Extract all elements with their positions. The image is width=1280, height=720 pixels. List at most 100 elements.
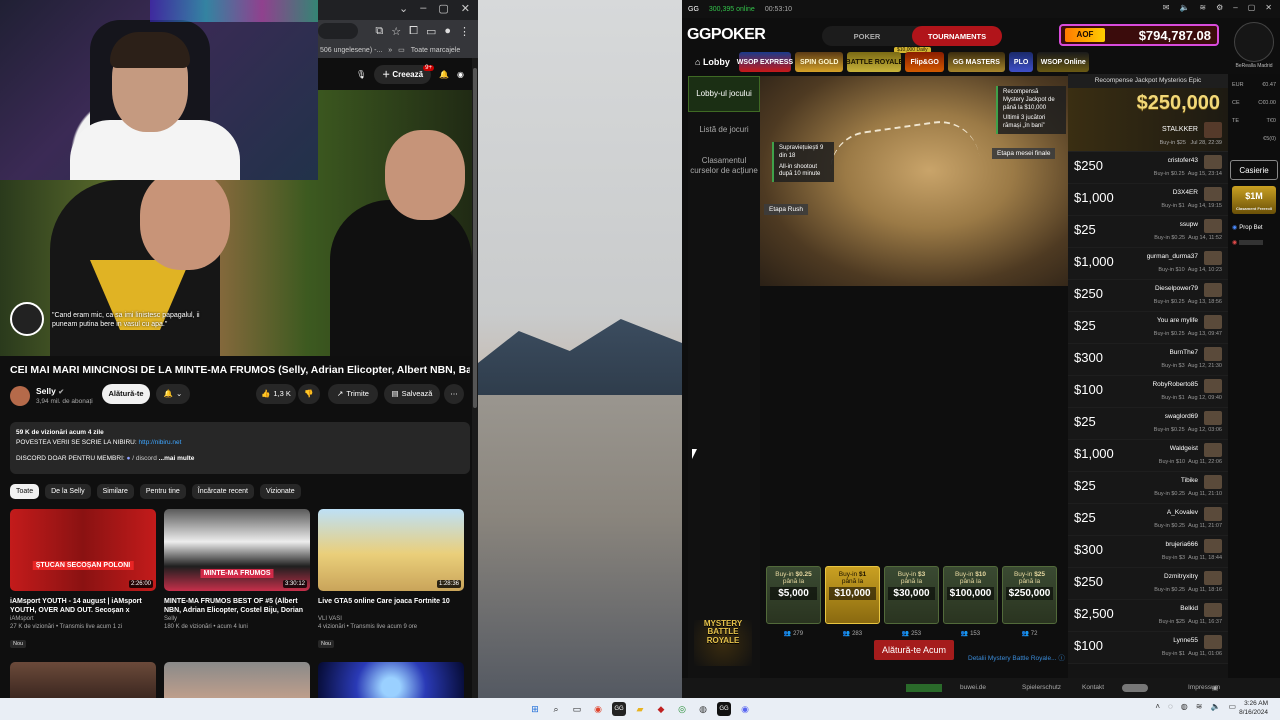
channel-name[interactable]: Selly ✔ (36, 386, 64, 396)
video-thumbnail[interactable] (10, 662, 156, 698)
settings-icon[interactable]: ⚙ (1216, 3, 1223, 12)
join-now-button[interactable]: Alătură-te Acum (874, 640, 954, 660)
buyin-option[interactable]: Buy-in $3 până la $30,000 👥 253 (884, 566, 939, 637)
sound-icon[interactable]: 🔈 (1179, 3, 1189, 12)
scrollbar-thumb[interactable] (473, 68, 477, 408)
sidepanel-icon[interactable]: ▭ (426, 25, 436, 38)
show-more-link[interactable]: ...mai multe (159, 455, 195, 462)
ggpoker-icon[interactable]: GG (612, 702, 626, 716)
video-card[interactable]: 1:28:36 Live GTA5 online Care joaca Fort… (318, 508, 464, 650)
video-card-channel[interactable]: VLI VASI (318, 615, 464, 624)
nav-wsop-express[interactable]: WSOP EXPRESS (737, 52, 793, 72)
video-card-title[interactable]: MINTE-MA FRUMOS BEST OF #5 (Albert NBN, … (164, 597, 310, 615)
tray-app2-icon[interactable]: ◍ (1181, 702, 1188, 711)
chip-recent[interactable]: Încărcate recent (191, 483, 254, 499)
discord-icon[interactable]: ◉ (738, 702, 752, 716)
install-icon[interactable]: ⧉ (375, 25, 383, 38)
video-card[interactable]: MINTE-MA FRUMOS 3:30:12 MINTE-MA FRUMOS … (164, 508, 310, 650)
taskbar-clock[interactable]: 3:26 AM 8/16/2024 (1239, 700, 1268, 718)
close-icon[interactable]: ✕ (461, 2, 470, 15)
search-icon[interactable]: ⌕ (549, 702, 563, 716)
chip-all[interactable]: Toate (10, 483, 40, 499)
video-card[interactable]: ȘTUCAN SECOȘAN POLONI 2:26:00 iAMsport Y… (10, 508, 156, 650)
video-thumbnail[interactable] (164, 662, 310, 698)
menu-icon[interactable]: ⋮ (459, 25, 470, 38)
video-thumbnail[interactable]: ȘTUCAN SECOȘAN POLONI 2:26:00 (10, 508, 156, 591)
tray-app-icon[interactable]: ◌ (1168, 702, 1173, 711)
nav-lobby[interactable]: ⌂ Lobby (690, 52, 735, 72)
video-card-title[interactable]: Live GTA5 online Care joaca Fortnite 10 (318, 597, 464, 615)
video-card[interactable] (164, 662, 310, 698)
bell-icon[interactable]: 🔔 (439, 70, 449, 79)
battery-icon[interactable]: ▭ (1228, 702, 1236, 711)
extra-widget[interactable]: ◉ (1228, 235, 1280, 250)
video-description[interactable]: 59 K de vizionări acum 4 zile POVESTEA V… (10, 421, 470, 474)
video-card-title[interactable]: iAMsport YOUTH - 14 august | iAMsport YO… (10, 597, 156, 615)
prop-bet-link[interactable]: ◉ Prop Bet (1228, 220, 1280, 235)
microphone-icon[interactable]: 🎙 (356, 70, 366, 79)
aof-jackpot-banner[interactable]: AOF $794,787.08 (1059, 24, 1219, 46)
tab-poker[interactable]: POKER (822, 26, 912, 46)
footer-link-buwei[interactable]: buwei.de (960, 684, 986, 691)
video-card[interactable] (10, 662, 156, 698)
volume-icon[interactable]: 🔈 (1210, 702, 1220, 711)
maximize-icon[interactable]: ▢ (1248, 3, 1256, 12)
chat-icon[interactable]: ✉ (1163, 3, 1170, 12)
tab-tournaments[interactable]: TOURNAMENTS (912, 26, 1002, 46)
maximize-icon[interactable]: ▢ (438, 2, 448, 15)
address-bar[interactable] (318, 23, 358, 39)
nibiru-link[interactable]: http://nibiru.net (138, 439, 181, 446)
video-thumbnail[interactable]: 1:28:36 (318, 508, 464, 591)
task-view-icon[interactable]: ▭ (570, 702, 584, 716)
footer-toggle[interactable] (1122, 684, 1148, 692)
xbox-icon[interactable]: ◎ (675, 702, 689, 716)
nav-battle-royale[interactable]: BATTLE ROYALE (846, 52, 903, 72)
account-avatar-icon[interactable]: ◉ (457, 70, 464, 79)
tray-chevron-icon[interactable]: ˄ (1155, 702, 1160, 711)
dropdown-icon[interactable]: ⌄ (399, 2, 408, 15)
chat-icon[interactable]: ▣ (1212, 684, 1218, 692)
minimize-icon[interactable]: – (420, 2, 426, 15)
nav-gg-masters[interactable]: GG MASTERS (947, 52, 1005, 72)
video-card-channel[interactable]: Selly (164, 615, 310, 624)
obs-icon[interactable]: ◍ (696, 702, 710, 716)
freeroll-leaderboard-banner[interactable]: $1M Clasament Freeroll (1232, 186, 1276, 214)
sidebar-game-list[interactable]: Listă de jocuri (688, 112, 760, 148)
minimize-icon[interactable]: – (1233, 3, 1237, 12)
player-avatar[interactable] (1234, 22, 1274, 62)
nav-plo[interactable]: PLO (1008, 52, 1034, 72)
share-button[interactable]: ↗ Trimite (328, 383, 378, 404)
buyin-option[interactable]: Buy-in $10 până la $100,000 👥 153 (943, 566, 998, 637)
bookmark-star-icon[interactable]: ☆ (391, 25, 401, 38)
video-card-channel[interactable]: iAMsport (10, 615, 156, 624)
nav-flip-go[interactable]: Flip&GO (905, 52, 944, 72)
chip-from-selly[interactable]: De la Selly (45, 483, 91, 499)
page-scrollbar[interactable] (472, 58, 478, 698)
footer-link-spielerschutz[interactable]: Spielerschutz (1022, 684, 1061, 691)
like-button[interactable]: 👍 1,3 K (256, 383, 296, 404)
footer-link-kontakt[interactable]: Kontakt (1082, 684, 1104, 691)
nav-wsop-online[interactable]: WSOP Online (1037, 52, 1090, 72)
chevron-right-icon[interactable]: » (388, 47, 392, 54)
chip-watched[interactable]: Vizionate (259, 483, 301, 499)
chrome-icon[interactable]: ◉ (591, 702, 605, 716)
video-card[interactable] (318, 662, 464, 698)
close-icon[interactable]: ✕ (1265, 3, 1272, 12)
profile-icon[interactable]: ● (444, 25, 451, 37)
windows-start-icon[interactable]: ⊞ (528, 702, 542, 716)
dislike-button[interactable]: 👎 (298, 383, 320, 404)
nav-spin-gold[interactable]: SPIN GOLD (794, 52, 844, 72)
details-link[interactable]: Detalii Mystery Battle Royale... ⓘ (968, 652, 1065, 662)
join-button[interactable]: Alătură-te (102, 383, 150, 404)
buyin-option-selected[interactable]: Buy-in $1 până la $10,000 👥 283 (825, 566, 880, 637)
more-actions-button[interactable]: ⋯ (444, 383, 464, 404)
buyin-option[interactable]: Buy-in $0.25 până la $5,000 👥 279 (766, 566, 821, 637)
video-thumbnail[interactable] (318, 662, 464, 698)
bookmark-item[interactable]: 506 ungelesene) -... (320, 47, 382, 54)
wifi-icon[interactable]: ≋ (1196, 702, 1203, 711)
all-bookmarks-link[interactable]: Toate marcajele (411, 47, 460, 54)
app-icon[interactable]: ◆ (654, 702, 668, 716)
cashier-button[interactable]: Casierie (1230, 160, 1278, 180)
sidebar-game-lobby[interactable]: Lobby-ul jocului (688, 76, 760, 112)
notifications-dropdown[interactable]: 🔔 ⌄ (156, 383, 190, 404)
